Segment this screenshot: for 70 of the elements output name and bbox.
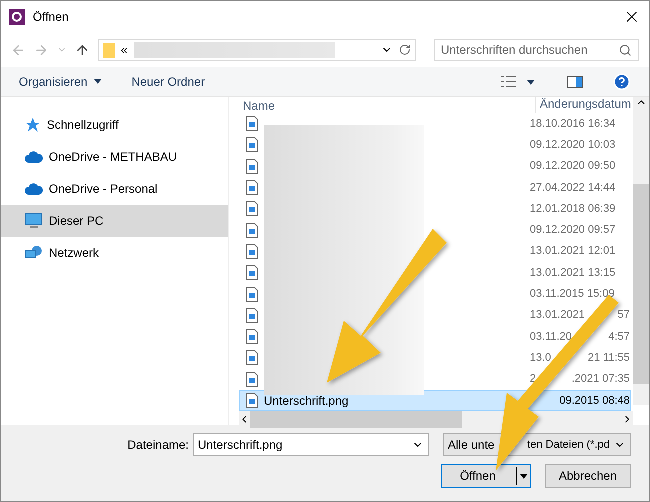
image-file-icon [246, 265, 258, 280]
date-cell: 57 [618, 309, 630, 322]
file-name: Unterschrift.png [264, 394, 349, 408]
breadcrumb-overflow: « [121, 43, 128, 57]
image-file-icon [246, 286, 258, 302]
app-logo-icon [9, 9, 25, 25]
folder-icon [103, 42, 115, 58]
window-title: Öffnen [33, 10, 70, 24]
date-cell: 21 11:55 [588, 352, 630, 364]
cloud-icon [25, 151, 43, 163]
star-icon [25, 117, 41, 133]
filetype-text: ten Dateien (*.pd [527, 438, 610, 450]
monitor-icon [25, 213, 43, 229]
filename-field[interactable]: Unterschrift.png [193, 433, 429, 456]
horizontal-scrollbar[interactable] [239, 411, 633, 428]
image-file-icon [246, 116, 258, 132]
image-file-icon [246, 350, 258, 366]
filetype-dropdown[interactable]: Alle unte ten Dateien (*.pd [443, 433, 631, 456]
image-file-icon [246, 308, 258, 323]
date-cell: 13.01.2021 13:15 [530, 266, 616, 279]
caret-icon [520, 474, 528, 478]
filetype-text: Alle unte [448, 438, 495, 452]
date-column-header[interactable]: Änderungsdatum [535, 97, 631, 113]
help-icon[interactable] [613, 72, 631, 90]
network-icon [25, 245, 43, 261]
organize-menu[interactable]: Organisieren [19, 74, 102, 88]
refresh-icon[interactable] [399, 44, 411, 56]
cloud-icon [25, 183, 43, 195]
sidebar-item[interactable]: Netzwerk [1, 237, 228, 269]
name-column-header[interactable]: Name [239, 99, 535, 113]
search-field[interactable]: Unterschriften durchsuchen [434, 39, 639, 61]
date-cell: 13.01.2021 [530, 309, 586, 322]
new-folder-button[interactable]: Neuer Ordner [132, 74, 206, 88]
cancel-button[interactable]: Abbrechen [545, 464, 631, 488]
date-cell: 09.12.2020 10:03 [530, 138, 616, 151]
image-file-icon [246, 201, 258, 216]
date-cell: 27.04.2022 14:44 [530, 182, 616, 194]
caret-icon [94, 79, 102, 84]
date-cell: 09.12.2020 09:50 [530, 160, 616, 172]
image-file-icon [246, 244, 258, 259]
search-icon [619, 44, 632, 56]
sidebar-item[interactable]: Schnellzugriff [1, 109, 228, 141]
date-cell: 2 [530, 373, 536, 386]
sidebar-item[interactable]: OneDrive - METHABAU [1, 141, 228, 173]
date-cell: 03.11.2015 15:09 [530, 288, 615, 300]
image-file-icon [246, 137, 258, 152]
date-cell: 4:57 [608, 330, 630, 343]
image-file-icon [246, 158, 258, 174]
date-cell: 13.01.2021 12:01 [530, 245, 616, 258]
view-options-icon[interactable] [501, 76, 537, 88]
up-icon[interactable] [75, 42, 90, 58]
date-cell: 18.10.2016 16:34 [530, 118, 616, 130]
date-cell: 13.0 [530, 352, 552, 364]
sidebar-item[interactable]: Dieser PC [1, 205, 228, 237]
image-file-icon [246, 222, 258, 238]
date-cell: .2021 07:35 [572, 373, 630, 386]
preview-pane-icon[interactable] [567, 76, 583, 88]
image-file-icon [246, 329, 258, 344]
filename-label: Dateiname: [128, 438, 189, 452]
image-file-icon [246, 372, 258, 387]
date-cell: 09.12.2020 09:57 [530, 224, 616, 236]
date-cell: 12.01.2018 06:39 [530, 202, 616, 215]
address-field[interactable]: « [98, 39, 416, 61]
open-button[interactable]: Öffnen [441, 464, 531, 488]
sidebar-item[interactable]: OneDrive - Personal [1, 173, 228, 205]
date-cell: 03.11.20 [530, 330, 572, 343]
vertical-scrollbar[interactable] [633, 97, 649, 405]
date-cell: 09.2015 08:48 [560, 394, 630, 406]
image-file-icon [246, 393, 258, 408]
image-file-icon [246, 180, 258, 196]
